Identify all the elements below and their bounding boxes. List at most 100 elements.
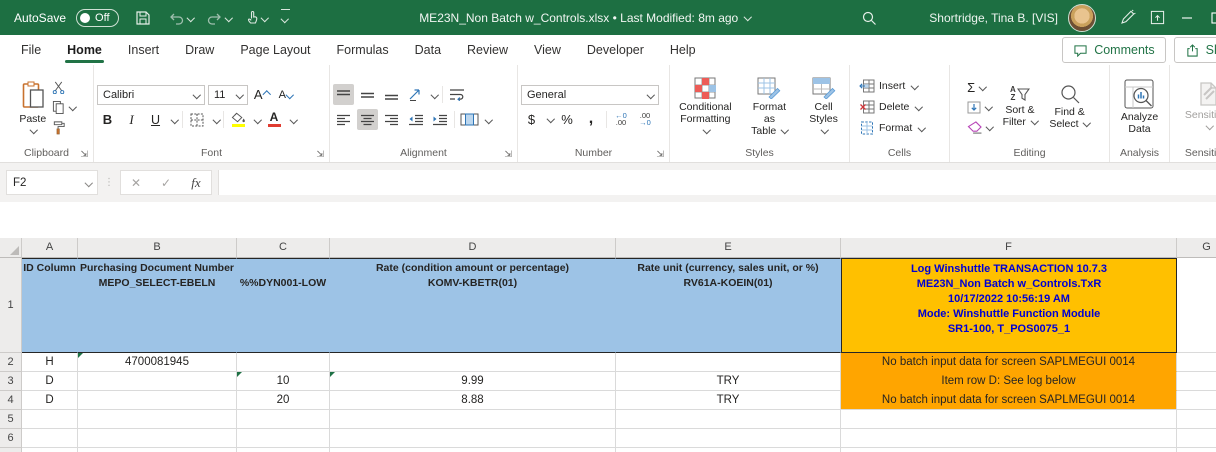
font-color-button[interactable]: A [264, 109, 285, 130]
title-dropdown-icon[interactable] [743, 13, 751, 21]
row-header-6[interactable]: 6 [0, 429, 22, 448]
wrap-text-button[interactable] [447, 84, 468, 105]
fill-color-button[interactable] [228, 109, 249, 130]
column-header-B[interactable]: B [78, 238, 237, 258]
bold-button[interactable]: B [97, 109, 118, 130]
share-button[interactable]: Share [1174, 37, 1216, 63]
paste-dropdown-icon[interactable] [30, 126, 38, 134]
sort-filter-button[interactable]: AZ Sort &Filter [999, 86, 1042, 128]
cell-B5[interactable] [78, 410, 237, 429]
cell-E6[interactable] [616, 429, 841, 448]
cell-E2[interactable] [616, 353, 841, 372]
tab-home[interactable]: Home [54, 35, 115, 65]
customize-quick-access-icon[interactable] [281, 9, 290, 26]
formula-bar-handle[interactable]: ⋮ [104, 177, 114, 188]
cell-F1[interactable]: Log Winshuttle TRANSACTION 10.7.3ME23N_N… [841, 258, 1177, 353]
cell-C3[interactable]: 10 [237, 372, 330, 391]
cell-B1[interactable]: Purchasing Document NumberMEPO_SELECT-EB… [78, 258, 237, 353]
font-color-dropdown-icon[interactable] [289, 116, 297, 124]
cell-B6[interactable] [78, 429, 237, 448]
paste-button[interactable]: Paste [15, 81, 50, 133]
tab-developer[interactable]: Developer [574, 35, 657, 65]
cell-D1[interactable]: Rate (condition amount or percentage)KOM… [330, 258, 616, 353]
merge-center-dropdown-icon[interactable] [485, 116, 493, 124]
align-left-button[interactable] [333, 109, 354, 130]
font-dialog-launcher-icon[interactable]: ⇲ [316, 150, 324, 159]
cell-B7[interactable] [78, 448, 237, 452]
tab-review[interactable]: Review [454, 35, 521, 65]
user-avatar[interactable] [1068, 4, 1096, 32]
undo-icon[interactable] [167, 4, 195, 32]
cell-C5[interactable] [237, 410, 330, 429]
decrease-indent-button[interactable] [405, 109, 426, 130]
tab-help[interactable]: Help [657, 35, 709, 65]
undo-dropdown-icon[interactable] [187, 14, 195, 22]
align-right-button[interactable] [381, 109, 402, 130]
row-header-3[interactable]: 3 [0, 372, 22, 391]
cell-G3[interactable] [1177, 372, 1216, 391]
cell-A1[interactable]: ID Column [22, 258, 78, 353]
fill-color-dropdown-icon[interactable] [254, 116, 262, 124]
accounting-dropdown-icon[interactable] [547, 115, 555, 123]
cancel-icon[interactable]: ✕ [121, 176, 151, 190]
cell-G7[interactable] [1177, 448, 1216, 452]
cell-G5[interactable] [1177, 410, 1216, 429]
cell-D6[interactable] [330, 429, 616, 448]
cell-styles-button[interactable]: CellStyles [801, 77, 846, 137]
minimize-icon[interactable] [1172, 4, 1202, 32]
alignment-dialog-launcher-icon[interactable]: ⇲ [504, 150, 512, 159]
cell-D7[interactable] [330, 448, 616, 452]
clipboard-dialog-launcher-icon[interactable]: ⇲ [80, 150, 88, 159]
increase-decimal-button[interactable]: ←0.00 [611, 109, 632, 130]
save-icon[interactable] [129, 4, 157, 32]
analyze-data-button[interactable]: AnalyzeData [1117, 79, 1162, 135]
cell-D5[interactable] [330, 410, 616, 429]
cell-C1[interactable]: %%DYN001-LOW [237, 258, 330, 353]
ribbon-display-options-icon[interactable] [1142, 4, 1172, 32]
cell-B2[interactable]: 4700081945 [78, 353, 237, 372]
insert-function-icon[interactable]: fx [181, 175, 211, 191]
cell-G2[interactable] [1177, 353, 1216, 372]
cell-E4[interactable]: TRY [616, 391, 841, 410]
column-header-C[interactable]: C [237, 238, 330, 258]
cell-F3[interactable]: Item row D: See log below [841, 372, 1177, 391]
document-title[interactable]: ME23N_Non Batch w_Controls.xlsx • Last M… [314, 11, 855, 25]
orientation-dropdown-icon[interactable] [431, 91, 439, 99]
bottom-align-button[interactable] [381, 84, 402, 105]
font-size-select[interactable]: 11 [208, 85, 248, 105]
format-cells-button[interactable]: Format [859, 118, 925, 139]
increase-font-size-button[interactable]: A [251, 84, 272, 105]
tab-data[interactable]: Data [402, 35, 454, 65]
format-as-table-button[interactable]: Format asTable [744, 77, 795, 137]
formula-input[interactable] [218, 170, 1216, 195]
column-header-E[interactable]: E [616, 238, 841, 258]
row-header-5[interactable]: 5 [0, 410, 22, 429]
delete-cells-button[interactable]: Delete [859, 97, 922, 118]
decrease-decimal-button[interactable]: .00→0 [635, 109, 656, 130]
copy-dropdown-icon[interactable] [69, 103, 77, 111]
redo-icon[interactable] [205, 4, 233, 32]
sensitivity-button[interactable]: Sensitivity [1181, 81, 1216, 133]
cell-D4[interactable]: 8.88 [330, 391, 616, 410]
cell-F5[interactable] [841, 410, 1177, 429]
center-button[interactable] [357, 109, 378, 130]
column-header-G[interactable]: G [1177, 238, 1216, 258]
italic-button[interactable]: I [121, 109, 142, 130]
cell-F7[interactable] [841, 448, 1177, 452]
fill-button[interactable] [965, 97, 995, 117]
search-icon[interactable] [855, 4, 883, 32]
cell-F4[interactable]: No batch input data for screen SAPLMEGUI… [841, 391, 1177, 410]
clear-button[interactable] [965, 117, 995, 137]
decrease-font-size-button[interactable]: A [275, 84, 296, 105]
cell-G6[interactable] [1177, 429, 1216, 448]
cell-A7[interactable] [22, 448, 78, 452]
cell-A6[interactable] [22, 429, 78, 448]
cell-D3[interactable]: 9.99 [330, 372, 616, 391]
borders-dropdown-icon[interactable] [212, 116, 220, 124]
orientation-button[interactable] [405, 84, 426, 105]
cell-A3[interactable]: D [22, 372, 78, 391]
cell-A2[interactable]: H [22, 353, 78, 372]
tab-view[interactable]: View [521, 35, 574, 65]
cell-F6[interactable] [841, 429, 1177, 448]
merge-center-button[interactable] [459, 109, 480, 130]
